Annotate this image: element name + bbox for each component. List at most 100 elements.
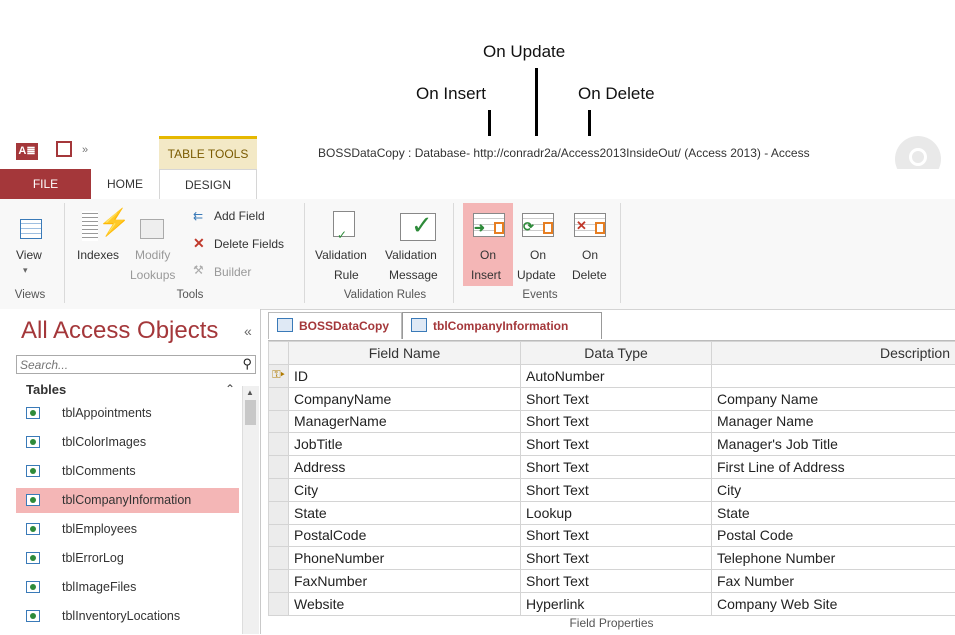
- field-name-cell[interactable]: FaxNumber: [289, 570, 521, 593]
- table-row[interactable]: Website Hyperlink Company Web Site: [269, 592, 955, 615]
- lookups-label[interactable]: Lookups: [130, 265, 175, 285]
- on-update-label-2[interactable]: Update: [517, 265, 556, 285]
- on-delete-label-2[interactable]: Delete: [572, 265, 607, 285]
- description-cell[interactable]: Telephone Number: [712, 547, 955, 570]
- nav-search-box[interactable]: ⚲: [16, 355, 256, 374]
- data-type-cell[interactable]: Hyperlink: [521, 592, 712, 615]
- tab-home[interactable]: HOME: [91, 169, 159, 199]
- field-name-cell[interactable]: PhoneNumber: [289, 547, 521, 570]
- field-name-cell[interactable]: ID: [289, 365, 521, 388]
- validation-message-label-1[interactable]: Validation: [385, 245, 437, 265]
- quick-access-more-icon[interactable]: »: [82, 144, 88, 156]
- description-cell[interactable]: Company Name: [712, 387, 955, 410]
- doc-tab-bossdatacopy[interactable]: BOSSDataCopy: [268, 312, 402, 339]
- description-cell[interactable]: Manager Name: [712, 410, 955, 433]
- row-selector[interactable]: [269, 524, 289, 547]
- description-cell[interactable]: First Line of Address: [712, 456, 955, 479]
- on-update-label-1[interactable]: On: [530, 245, 546, 265]
- table-row[interactable]: Address Short Text First Line of Address: [269, 456, 955, 479]
- col-header-data-type[interactable]: Data Type: [521, 342, 712, 365]
- row-selector[interactable]: [269, 433, 289, 456]
- view-dropdown-icon[interactable]: ▾: [23, 265, 28, 276]
- data-type-cell[interactable]: Short Text: [521, 478, 712, 501]
- table-row[interactable]: JobTitle Short Text Manager's Job Title: [269, 433, 955, 456]
- table-row[interactable]: City Short Text City: [269, 478, 955, 501]
- table-row[interactable]: State Lookup State: [269, 501, 955, 524]
- search-icon[interactable]: ⚲: [242, 356, 252, 372]
- field-name-cell[interactable]: JobTitle: [289, 433, 521, 456]
- data-type-cell[interactable]: Short Text: [521, 524, 712, 547]
- field-name-cell[interactable]: City: [289, 478, 521, 501]
- builder-button[interactable]: Builder: [214, 262, 251, 282]
- table-row[interactable]: PostalCode Short Text Postal Code: [269, 524, 955, 547]
- data-type-cell[interactable]: Short Text: [521, 570, 712, 593]
- indexes-button[interactable]: Indexes: [77, 245, 119, 265]
- nav-item-tblimagefiles[interactable]: tblImageFiles: [16, 575, 239, 600]
- on-insert-label-1[interactable]: On: [480, 245, 496, 265]
- row-selector[interactable]: [269, 501, 289, 524]
- field-name-cell[interactable]: CompanyName: [289, 387, 521, 410]
- data-type-cell[interactable]: Short Text: [521, 456, 712, 479]
- on-delete-label-1[interactable]: On: [582, 245, 598, 265]
- table-row[interactable]: FaxNumber Short Text Fax Number: [269, 570, 955, 593]
- row-selector[interactable]: [269, 387, 289, 410]
- row-selector[interactable]: [269, 410, 289, 433]
- primary-key-icon[interactable]: ⚿▸: [269, 365, 289, 388]
- validation-message-label-2[interactable]: Message: [389, 265, 438, 285]
- scroll-up-icon[interactable]: ▲: [246, 388, 254, 397]
- delete-fields-button[interactable]: Delete Fields: [214, 234, 284, 254]
- nav-item-tblerrorlog[interactable]: tblErrorLog: [16, 546, 239, 571]
- section-collapse-icon[interactable]: ⌃: [225, 382, 235, 396]
- nav-item-tblcomments[interactable]: tblComments: [16, 459, 239, 484]
- field-name-cell[interactable]: State: [289, 501, 521, 524]
- nav-collapse-button[interactable]: «: [244, 323, 252, 339]
- row-selector[interactable]: [269, 478, 289, 501]
- doc-tab-tblcompanyinformation[interactable]: tblCompanyInformation: [402, 312, 602, 339]
- scrollbar-thumb[interactable]: [245, 400, 256, 425]
- nav-section-tables[interactable]: Tables: [26, 382, 66, 397]
- description-cell[interactable]: State: [712, 501, 955, 524]
- description-cell[interactable]: Postal Code: [712, 524, 955, 547]
- row-selector-header[interactable]: [269, 342, 289, 365]
- tab-file[interactable]: FILE: [0, 169, 91, 199]
- col-header-description[interactable]: Description: [712, 342, 955, 365]
- modify-label[interactable]: Modify: [135, 245, 170, 265]
- data-type-cell[interactable]: AutoNumber: [521, 365, 712, 388]
- field-name-cell[interactable]: Address: [289, 456, 521, 479]
- on-insert-label-2[interactable]: Insert: [471, 265, 501, 285]
- nav-item-tblcolorimages[interactable]: tblColorImages: [16, 430, 239, 455]
- view-button[interactable]: View: [16, 245, 42, 265]
- description-cell[interactable]: [712, 365, 955, 388]
- row-selector[interactable]: [269, 570, 289, 593]
- nav-scrollbar[interactable]: ▲: [242, 386, 259, 634]
- tab-design[interactable]: DESIGN: [159, 169, 257, 199]
- description-cell[interactable]: City: [712, 478, 955, 501]
- row-selector[interactable]: [269, 592, 289, 615]
- table-row[interactable]: CompanyName Short Text Company Name: [269, 387, 955, 410]
- nav-item-tblcompanyinformation[interactable]: tblCompanyInformation: [16, 488, 239, 513]
- data-type-cell[interactable]: Short Text: [521, 387, 712, 410]
- data-type-cell[interactable]: Short Text: [521, 547, 712, 570]
- nav-item-tblemployees[interactable]: tblEmployees: [16, 517, 239, 542]
- nav-item-tblinventorylocations[interactable]: tblInventoryLocations: [16, 604, 239, 629]
- nav-pane-title[interactable]: All Access Objects: [21, 317, 218, 345]
- data-type-cell[interactable]: Short Text: [521, 410, 712, 433]
- field-name-cell[interactable]: PostalCode: [289, 524, 521, 547]
- nav-search-input[interactable]: [17, 357, 233, 373]
- save-icon[interactable]: [56, 141, 72, 157]
- field-name-cell[interactable]: ManagerName: [289, 410, 521, 433]
- table-row[interactable]: ⚿▸ ID AutoNumber: [269, 365, 955, 388]
- description-cell[interactable]: Manager's Job Title: [712, 433, 955, 456]
- nav-item-tblappointments[interactable]: tblAppointments: [16, 401, 239, 426]
- validation-rule-label-2[interactable]: Rule: [334, 265, 359, 285]
- description-cell[interactable]: Fax Number: [712, 570, 955, 593]
- table-row[interactable]: PhoneNumber Short Text Telephone Number: [269, 547, 955, 570]
- add-field-button[interactable]: Add Field: [214, 206, 265, 226]
- row-selector[interactable]: [269, 456, 289, 479]
- field-name-cell[interactable]: Website: [289, 592, 521, 615]
- table-row[interactable]: ManagerName Short Text Manager Name: [269, 410, 955, 433]
- validation-rule-label-1[interactable]: Validation: [315, 245, 367, 265]
- access-app-icon[interactable]: A≣: [16, 143, 38, 160]
- col-header-field-name[interactable]: Field Name: [289, 342, 521, 365]
- row-selector[interactable]: [269, 547, 289, 570]
